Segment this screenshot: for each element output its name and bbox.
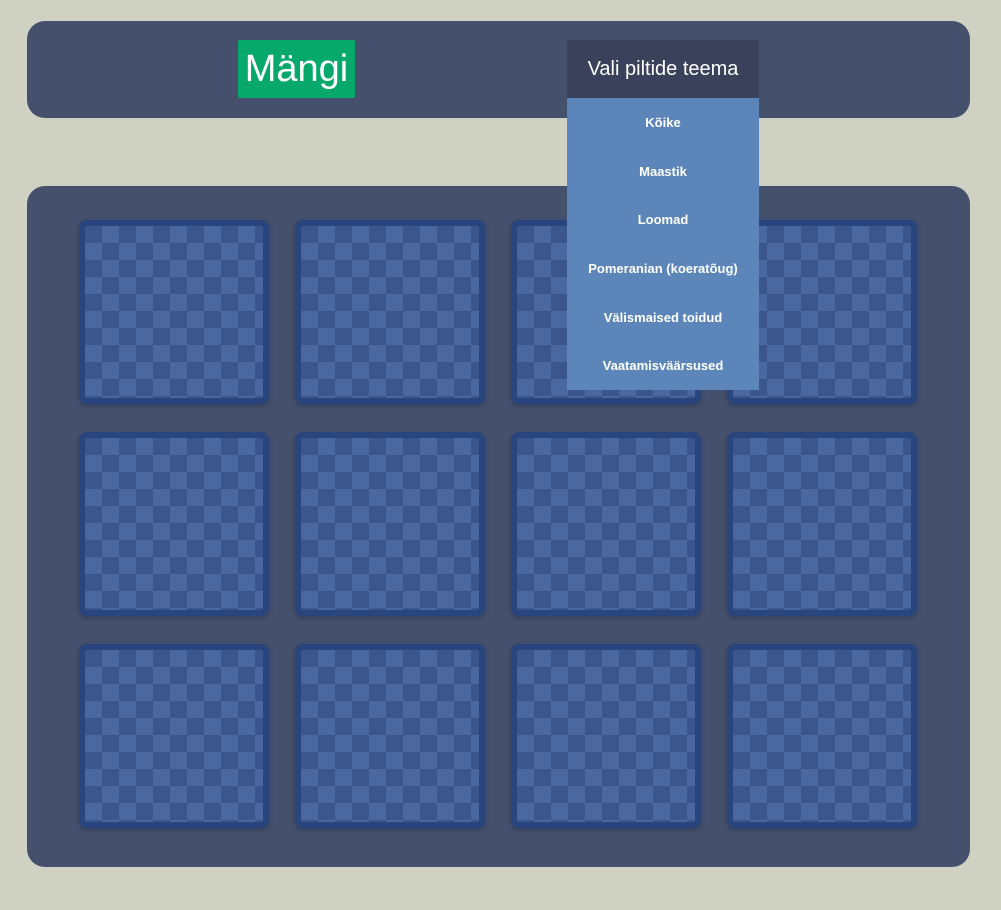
theme-option-foreign-food[interactable]: Välismaised toidud (567, 293, 759, 342)
theme-option-sights[interactable]: Vaatamisväärsused (567, 341, 759, 390)
theme-option-pomeranian[interactable]: Pomeranian (koeratõug) (567, 244, 759, 293)
memory-card[interactable] (727, 644, 917, 828)
memory-card[interactable] (79, 220, 269, 404)
memory-card[interactable] (511, 644, 701, 828)
memory-card[interactable] (79, 432, 269, 616)
memory-card[interactable] (79, 644, 269, 828)
memory-card[interactable] (295, 432, 485, 616)
theme-option-all[interactable]: Kõike (567, 98, 759, 147)
theme-option-landscape[interactable]: Maastik (567, 147, 759, 196)
play-button[interactable]: Mängi (238, 40, 355, 98)
memory-card[interactable] (295, 220, 485, 404)
theme-dropdown[interactable]: Vali piltide teema Kõike Maastik Loomad … (567, 40, 759, 391)
memory-card[interactable] (295, 644, 485, 828)
theme-option-animals[interactable]: Loomad (567, 195, 759, 244)
memory-card[interactable] (727, 432, 917, 616)
header-panel (27, 21, 970, 118)
theme-menu: Kõike Maastik Loomad Pomeranian (koeratõ… (567, 98, 759, 391)
memory-card[interactable] (511, 432, 701, 616)
theme-dropdown-toggle[interactable]: Vali piltide teema (567, 40, 759, 98)
game-board (27, 186, 970, 867)
